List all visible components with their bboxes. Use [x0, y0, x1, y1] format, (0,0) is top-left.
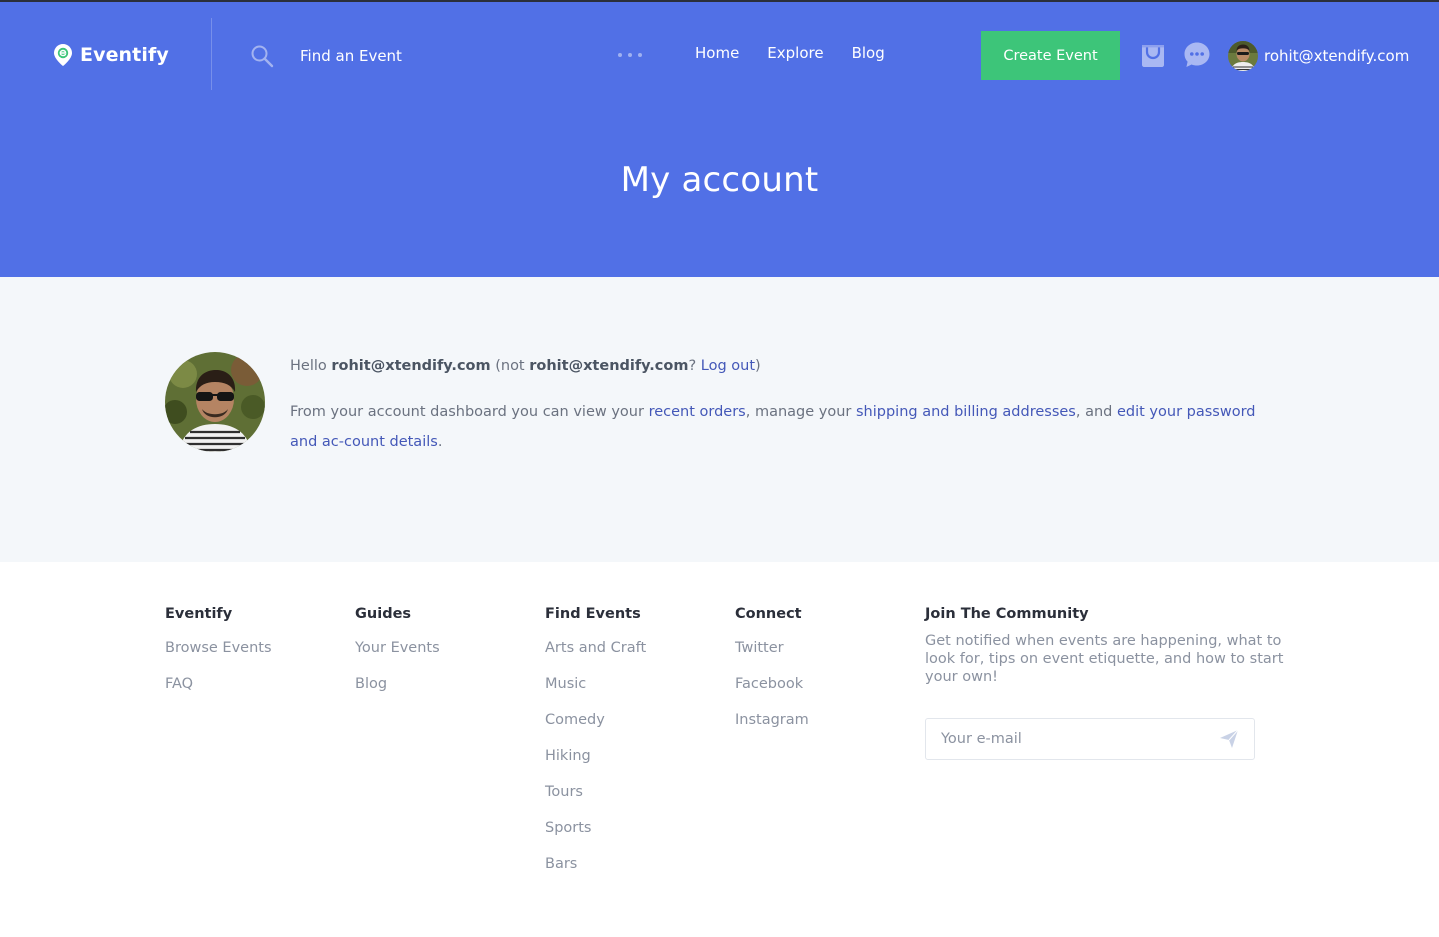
- search-bar[interactable]: [250, 42, 570, 70]
- dash-text-3: , and: [1075, 404, 1113, 420]
- footer-col-find-events: Find Events Arts and Craft Music Comedy …: [545, 606, 646, 892]
- greeting-user: rohit@xtendify.com: [331, 358, 491, 374]
- subscribe-form: [925, 718, 1255, 760]
- user-menu[interactable]: rohit@xtendify.com: [1228, 40, 1409, 72]
- footer-link[interactable]: Tours: [545, 784, 646, 820]
- dash-text-1: From your account dashboard you can view…: [290, 404, 644, 420]
- greeting-text: Hello rohit@xtendify.com (not rohit@xten…: [290, 358, 761, 374]
- close-paren: ): [755, 358, 761, 374]
- nav-home[interactable]: Home: [695, 44, 739, 62]
- dashboard-text: From your account dashboard you can view…: [290, 397, 1270, 457]
- dash-text-4: .: [437, 434, 443, 450]
- profile-avatar: [165, 352, 265, 452]
- send-icon[interactable]: [1219, 729, 1239, 749]
- header-hero: Eventify Home Explore Blog Create Event: [0, 2, 1439, 277]
- footer-link[interactable]: Music: [545, 676, 646, 712]
- footer-link[interactable]: Hiking: [545, 748, 646, 784]
- more-dots-icon[interactable]: [616, 48, 644, 62]
- footer-link[interactable]: Arts and Craft: [545, 640, 646, 676]
- header-divider: [211, 18, 212, 90]
- user-avatar[interactable]: [1228, 41, 1258, 71]
- footer-link[interactable]: Browse Events: [165, 640, 272, 676]
- footer-col-guides: Guides Your Events Blog: [355, 606, 440, 712]
- search-input[interactable]: [300, 44, 570, 68]
- chat-icon[interactable]: [1183, 41, 1211, 69]
- addresses-link[interactable]: shipping and billing addresses: [856, 404, 1076, 420]
- footer-link[interactable]: Comedy: [545, 712, 646, 748]
- page-title: My account: [620, 160, 819, 200]
- footer-link[interactable]: Sports: [545, 820, 646, 856]
- logout-link[interactable]: Log out: [701, 358, 755, 374]
- footer-col-community: Join The Community Get notified when eve…: [925, 606, 1285, 760]
- footer-link[interactable]: Bars: [545, 856, 646, 892]
- account-content: Hello rohit@xtendify.com (not rohit@xten…: [0, 277, 1439, 562]
- footer-link[interactable]: Facebook: [735, 676, 809, 712]
- community-text: Get notified when events are happening, …: [925, 633, 1284, 685]
- nav-blog[interactable]: Blog: [852, 44, 885, 62]
- footer-heading: Eventify: [165, 606, 233, 622]
- footer-link[interactable]: Your Events: [355, 640, 440, 676]
- create-event-button[interactable]: Create Event: [981, 31, 1120, 80]
- hello-text: Hello: [290, 358, 327, 374]
- search-icon[interactable]: [250, 44, 274, 68]
- footer-heading: Join The Community: [925, 606, 1089, 622]
- footer-heading: Guides: [355, 606, 412, 622]
- main-nav: Home Explore Blog: [695, 44, 885, 62]
- cart-icon[interactable]: [1139, 41, 1167, 69]
- email-field[interactable]: [941, 729, 1211, 749]
- footer-link[interactable]: Twitter: [735, 640, 809, 676]
- footer-heading: Find Events: [545, 606, 641, 622]
- recent-orders-link[interactable]: recent orders: [649, 404, 746, 420]
- qmark-text: ?: [688, 358, 697, 374]
- footer-heading: Connect: [735, 606, 802, 622]
- footer-col-connect: Connect Twitter Facebook Instagram: [735, 606, 809, 748]
- dash-text-2: , manage your: [745, 404, 852, 420]
- logo-mark-icon: [54, 44, 72, 66]
- not-text: (not: [495, 358, 525, 374]
- user-email[interactable]: rohit@xtendify.com: [1264, 47, 1409, 65]
- footer-link[interactable]: Blog: [355, 676, 440, 712]
- nav-explore[interactable]: Explore: [767, 44, 823, 62]
- footer-link[interactable]: FAQ: [165, 676, 272, 712]
- logo[interactable]: Eventify: [54, 42, 169, 68]
- footer-link[interactable]: Instagram: [735, 712, 809, 748]
- footer: Eventify Browse Events FAQ Guides Your E…: [0, 562, 1439, 937]
- not-user: rohit@xtendify.com: [529, 358, 689, 374]
- logo-text: Eventify: [80, 44, 169, 66]
- footer-col-eventify: Eventify Browse Events FAQ: [165, 606, 272, 712]
